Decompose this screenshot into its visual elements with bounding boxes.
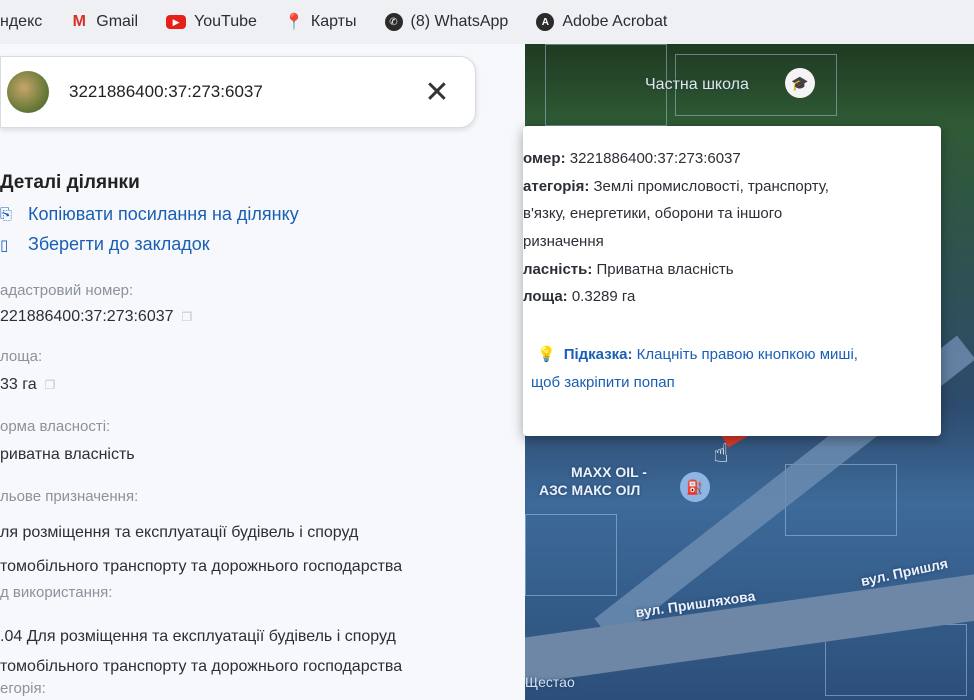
fuel-station-icon[interactable]: ⛽	[680, 472, 710, 502]
cadastral-label: адастровий номер:	[0, 282, 134, 299]
popup-hint-label: Підказка:	[563, 346, 633, 363]
map-label: Щестао	[525, 674, 575, 690]
lightbulb-icon: 💡	[537, 346, 556, 363]
popup-area: лоща: 0.3289 га	[523, 288, 635, 305]
bookmark-label: Adobe Acrobat	[562, 13, 668, 30]
purpose-value-line-1: ля розміщення та експлуатації будівель і…	[0, 524, 359, 541]
purpose-value-line-2: томобільного транспорту та дорожнього го…	[0, 558, 403, 575]
copy-link-label: Копіювати посилання на ділянку	[28, 204, 299, 224]
school-icon[interactable]: 🎓	[785, 68, 815, 98]
cadastral-number: 221886400:37:273:6037	[0, 308, 174, 325]
use-value-line-2: томобільного транспорту та дорожнього го…	[0, 658, 403, 675]
copy-link-button[interactable]: ⎘ Копіювати посилання на ділянку	[0, 204, 299, 225]
share-icon: ⎘	[0, 206, 13, 223]
use-label: д використання:	[0, 584, 113, 601]
bookmark-whatsapp[interactable]: ✆ (8) WhatsApp	[384, 13, 509, 31]
popup-ownership-label: ласність:	[523, 261, 593, 278]
popup-hint-text: Клацніть правою кнопкою миші,	[632, 346, 858, 363]
popup-area-label: лоща:	[523, 288, 568, 305]
more-label: егорія:	[0, 680, 46, 697]
popup-category-value: Землі промисловості, транспорту,	[589, 178, 829, 195]
bookmarks-bar: ндекс M Gmail ▶ YouTube 📍 Карты ✆ (8) Wh…	[0, 0, 974, 44]
cadastral-value: 221886400:37:273:6037 ❐	[0, 308, 192, 326]
popup-hint: 💡 Підказка: Клацніть правою кнопкою миші,…	[523, 341, 858, 397]
ownership-value: риватна власність	[0, 446, 135, 463]
popup-category-line-3: ризначення	[523, 233, 604, 250]
maps-icon: 📍	[283, 14, 304, 31]
details-panel: 3221886400:37:273:6037 ✕ Деталі ділянки …	[0, 44, 525, 700]
popup-category-line-2: в'язку, енергетики, оборони та іншого	[523, 205, 783, 222]
use-value-line-1: .04 Для розміщення та експлуатації будів…	[0, 628, 396, 645]
popup-number-label: омер:	[523, 150, 566, 167]
station-label-line-2: АЗС МАКС ОІЛ	[539, 482, 641, 498]
bookmark-youtube[interactable]: ▶ YouTube	[166, 13, 257, 31]
parcel-popup[interactable]: омер: 3221886400:37:273:6037 атегорія: З…	[523, 126, 941, 436]
search-input[interactable]: 3221886400:37:273:6037	[69, 82, 417, 102]
popup-ownership-value: Приватна власність	[592, 261, 734, 278]
parcel-thumbnail	[7, 71, 49, 113]
popup-category-label: атегорія:	[523, 178, 590, 195]
bookmark-gmail[interactable]: M Gmail	[70, 13, 138, 31]
area-value: 33 га ❐	[0, 376, 55, 394]
purpose-label: льове призначення:	[0, 488, 139, 505]
parcel-plot	[525, 514, 617, 596]
bookmark-label: ндекс	[0, 13, 43, 30]
bookmark-icon: ▯	[0, 236, 9, 254]
details-title: Деталі ділянки	[0, 172, 140, 193]
popup-ownership: ласність: Приватна власність	[523, 261, 734, 278]
school-label: Частна школа	[645, 76, 749, 93]
gmail-icon: M	[72, 13, 86, 30]
ownership-label: орма власності:	[0, 418, 111, 435]
area-number: 33 га	[0, 376, 37, 393]
copy-icon[interactable]: ❐	[45, 378, 56, 392]
popup-hint-text-line-2: щоб закріпити попап	[531, 374, 675, 391]
bookmark-label: YouTube	[194, 13, 257, 30]
save-bookmark-button[interactable]: ▯ Зберегти до закладок	[0, 234, 210, 255]
popup-category: атегорія: Землі промисловості, транспорт…	[523, 178, 829, 195]
popup-number-value: 3221886400:37:273:6037	[565, 150, 741, 167]
search-box[interactable]: 3221886400:37:273:6037 ✕	[0, 56, 476, 128]
save-bookmark-label: Зберегти до закладок	[28, 234, 210, 254]
copy-icon[interactable]: ❐	[182, 310, 193, 324]
popup-area-value: 0.3289 га	[567, 288, 636, 305]
bookmark-acrobat[interactable]: A Adobe Acrobat	[536, 13, 667, 31]
bookmark-maps[interactable]: 📍 Карты	[283, 13, 357, 31]
station-label-line-1: MAXX OIL -	[571, 464, 647, 480]
acrobat-icon: A	[536, 13, 555, 31]
popup-number: омер: 3221886400:37:273:6037	[523, 150, 741, 167]
bookmark-label: Карты	[310, 13, 357, 30]
close-icon[interactable]: ✕	[417, 72, 457, 112]
hand-cursor-icon: ☝	[713, 438, 729, 468]
whatsapp-icon: ✆	[384, 13, 403, 31]
bookmark-label: Gmail	[96, 13, 139, 30]
bookmark-yandex[interactable]: ндекс	[0, 13, 42, 31]
area-label: лоща:	[0, 348, 43, 365]
youtube-icon: ▶	[166, 15, 187, 29]
bookmark-label: (8) WhatsApp	[410, 13, 509, 30]
